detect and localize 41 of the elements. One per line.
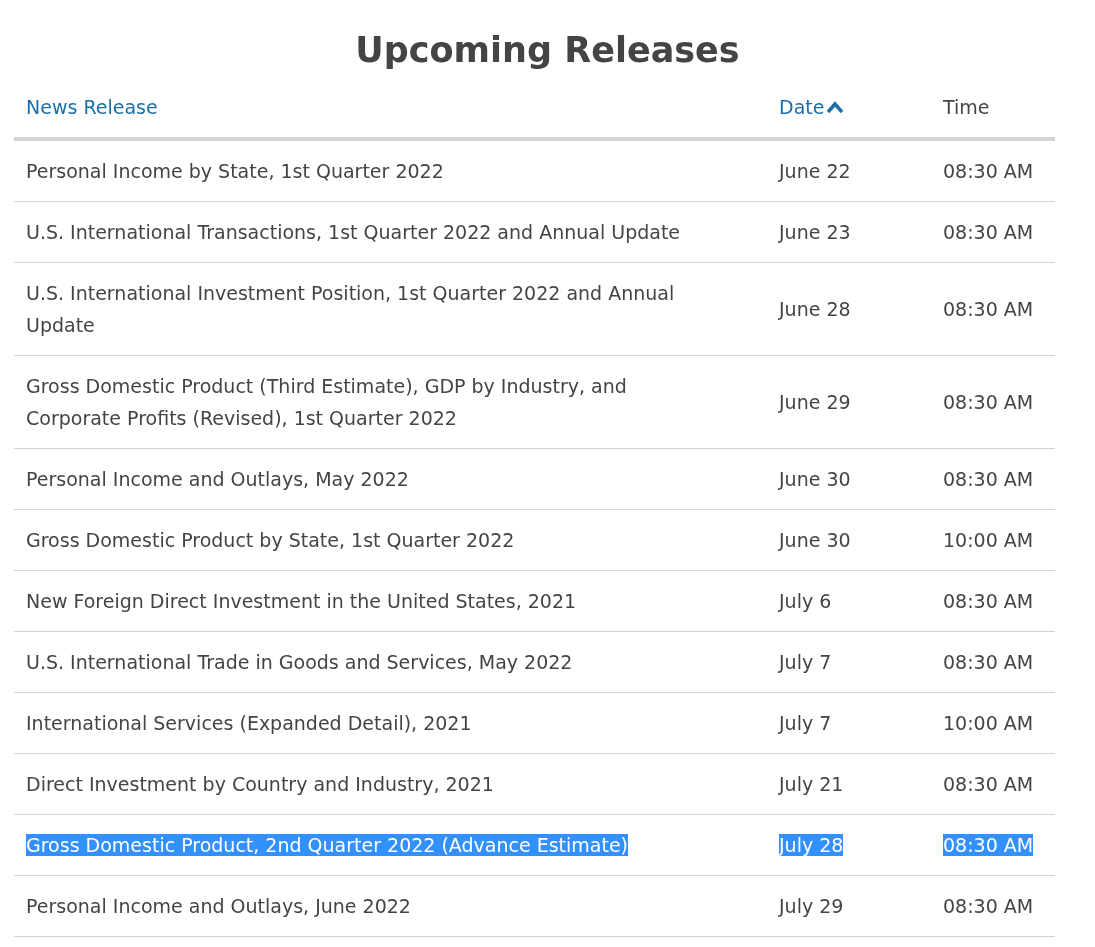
release-time: 08:30 AM bbox=[943, 651, 1034, 673]
release-name: Direct Investment by Country and Industry, 2021 bbox=[26, 773, 494, 795]
release-date: June 28 bbox=[779, 298, 851, 320]
release-name: Personal Income by State, 1st Quarter 2022 bbox=[26, 160, 444, 182]
release-time: 08:30 AM bbox=[943, 221, 1034, 243]
release-name: International Services (Expanded Detail), 2021 bbox=[26, 712, 472, 734]
release-date: July 21 bbox=[779, 773, 844, 795]
release-time: 08:30 AM bbox=[943, 773, 1034, 795]
release-date: June 30 bbox=[779, 468, 851, 490]
release-date: July 7 bbox=[779, 651, 832, 673]
release-time: 08:30 AM bbox=[943, 298, 1034, 320]
release-name: Personal Income and Outlays, June 2022 bbox=[26, 895, 411, 917]
release-name: Gross Domestic Product (Third Estimate), GDP by Industry, and Corporate Profits (Revised), 1st Quarter 2022 bbox=[26, 375, 627, 429]
release-date: July 29 bbox=[779, 895, 844, 917]
release-date: July 7 bbox=[779, 712, 832, 734]
page-title: Upcoming Releases bbox=[354, 29, 741, 72]
release-name: New Foreign Direct Investment in the United States, 2021 bbox=[26, 590, 577, 612]
release-date: July 6 bbox=[779, 590, 832, 612]
release-name: U.S. International Investment Position, 1st Quarter 2022 and Annual Update bbox=[26, 282, 675, 336]
release-date: July 28 bbox=[779, 834, 844, 856]
release-time: 08:30 AM bbox=[943, 468, 1034, 490]
column-header-link[interactable]: Date bbox=[779, 96, 846, 118]
release-time: 08:30 AM bbox=[943, 834, 1034, 856]
release-date: June 23 bbox=[779, 221, 851, 243]
release-name: Gross Domestic Product by State, 1st Quarter 2022 bbox=[26, 529, 515, 551]
release-time: 08:30 AM bbox=[943, 160, 1034, 182]
column-header: Time bbox=[943, 96, 990, 118]
release-name: Gross Domestic Product, 2nd Quarter 2022 (Advance Estimate) bbox=[26, 834, 628, 856]
release-time: 08:30 AM bbox=[943, 590, 1034, 612]
release-date: June 30 bbox=[779, 529, 851, 551]
release-time: 08:30 AM bbox=[943, 895, 1034, 917]
release-name: Personal Income and Outlays, May 2022 bbox=[26, 468, 409, 490]
release-time: 08:30 AM bbox=[943, 391, 1034, 413]
column-header-link[interactable]: News Release bbox=[26, 96, 158, 118]
release-name: U.S. International Trade in Goods and Services, May 2022 bbox=[26, 651, 573, 673]
release-date: June 29 bbox=[779, 391, 851, 413]
release-time: 10:00 AM bbox=[943, 712, 1034, 734]
release-name: U.S. International Transactions, 1st Quarter 2022 and Annual Update bbox=[26, 221, 681, 243]
release-time: 10:00 AM bbox=[943, 529, 1034, 551]
release-date: June 22 bbox=[779, 160, 851, 182]
sort-ascending-icon bbox=[825, 100, 846, 114]
